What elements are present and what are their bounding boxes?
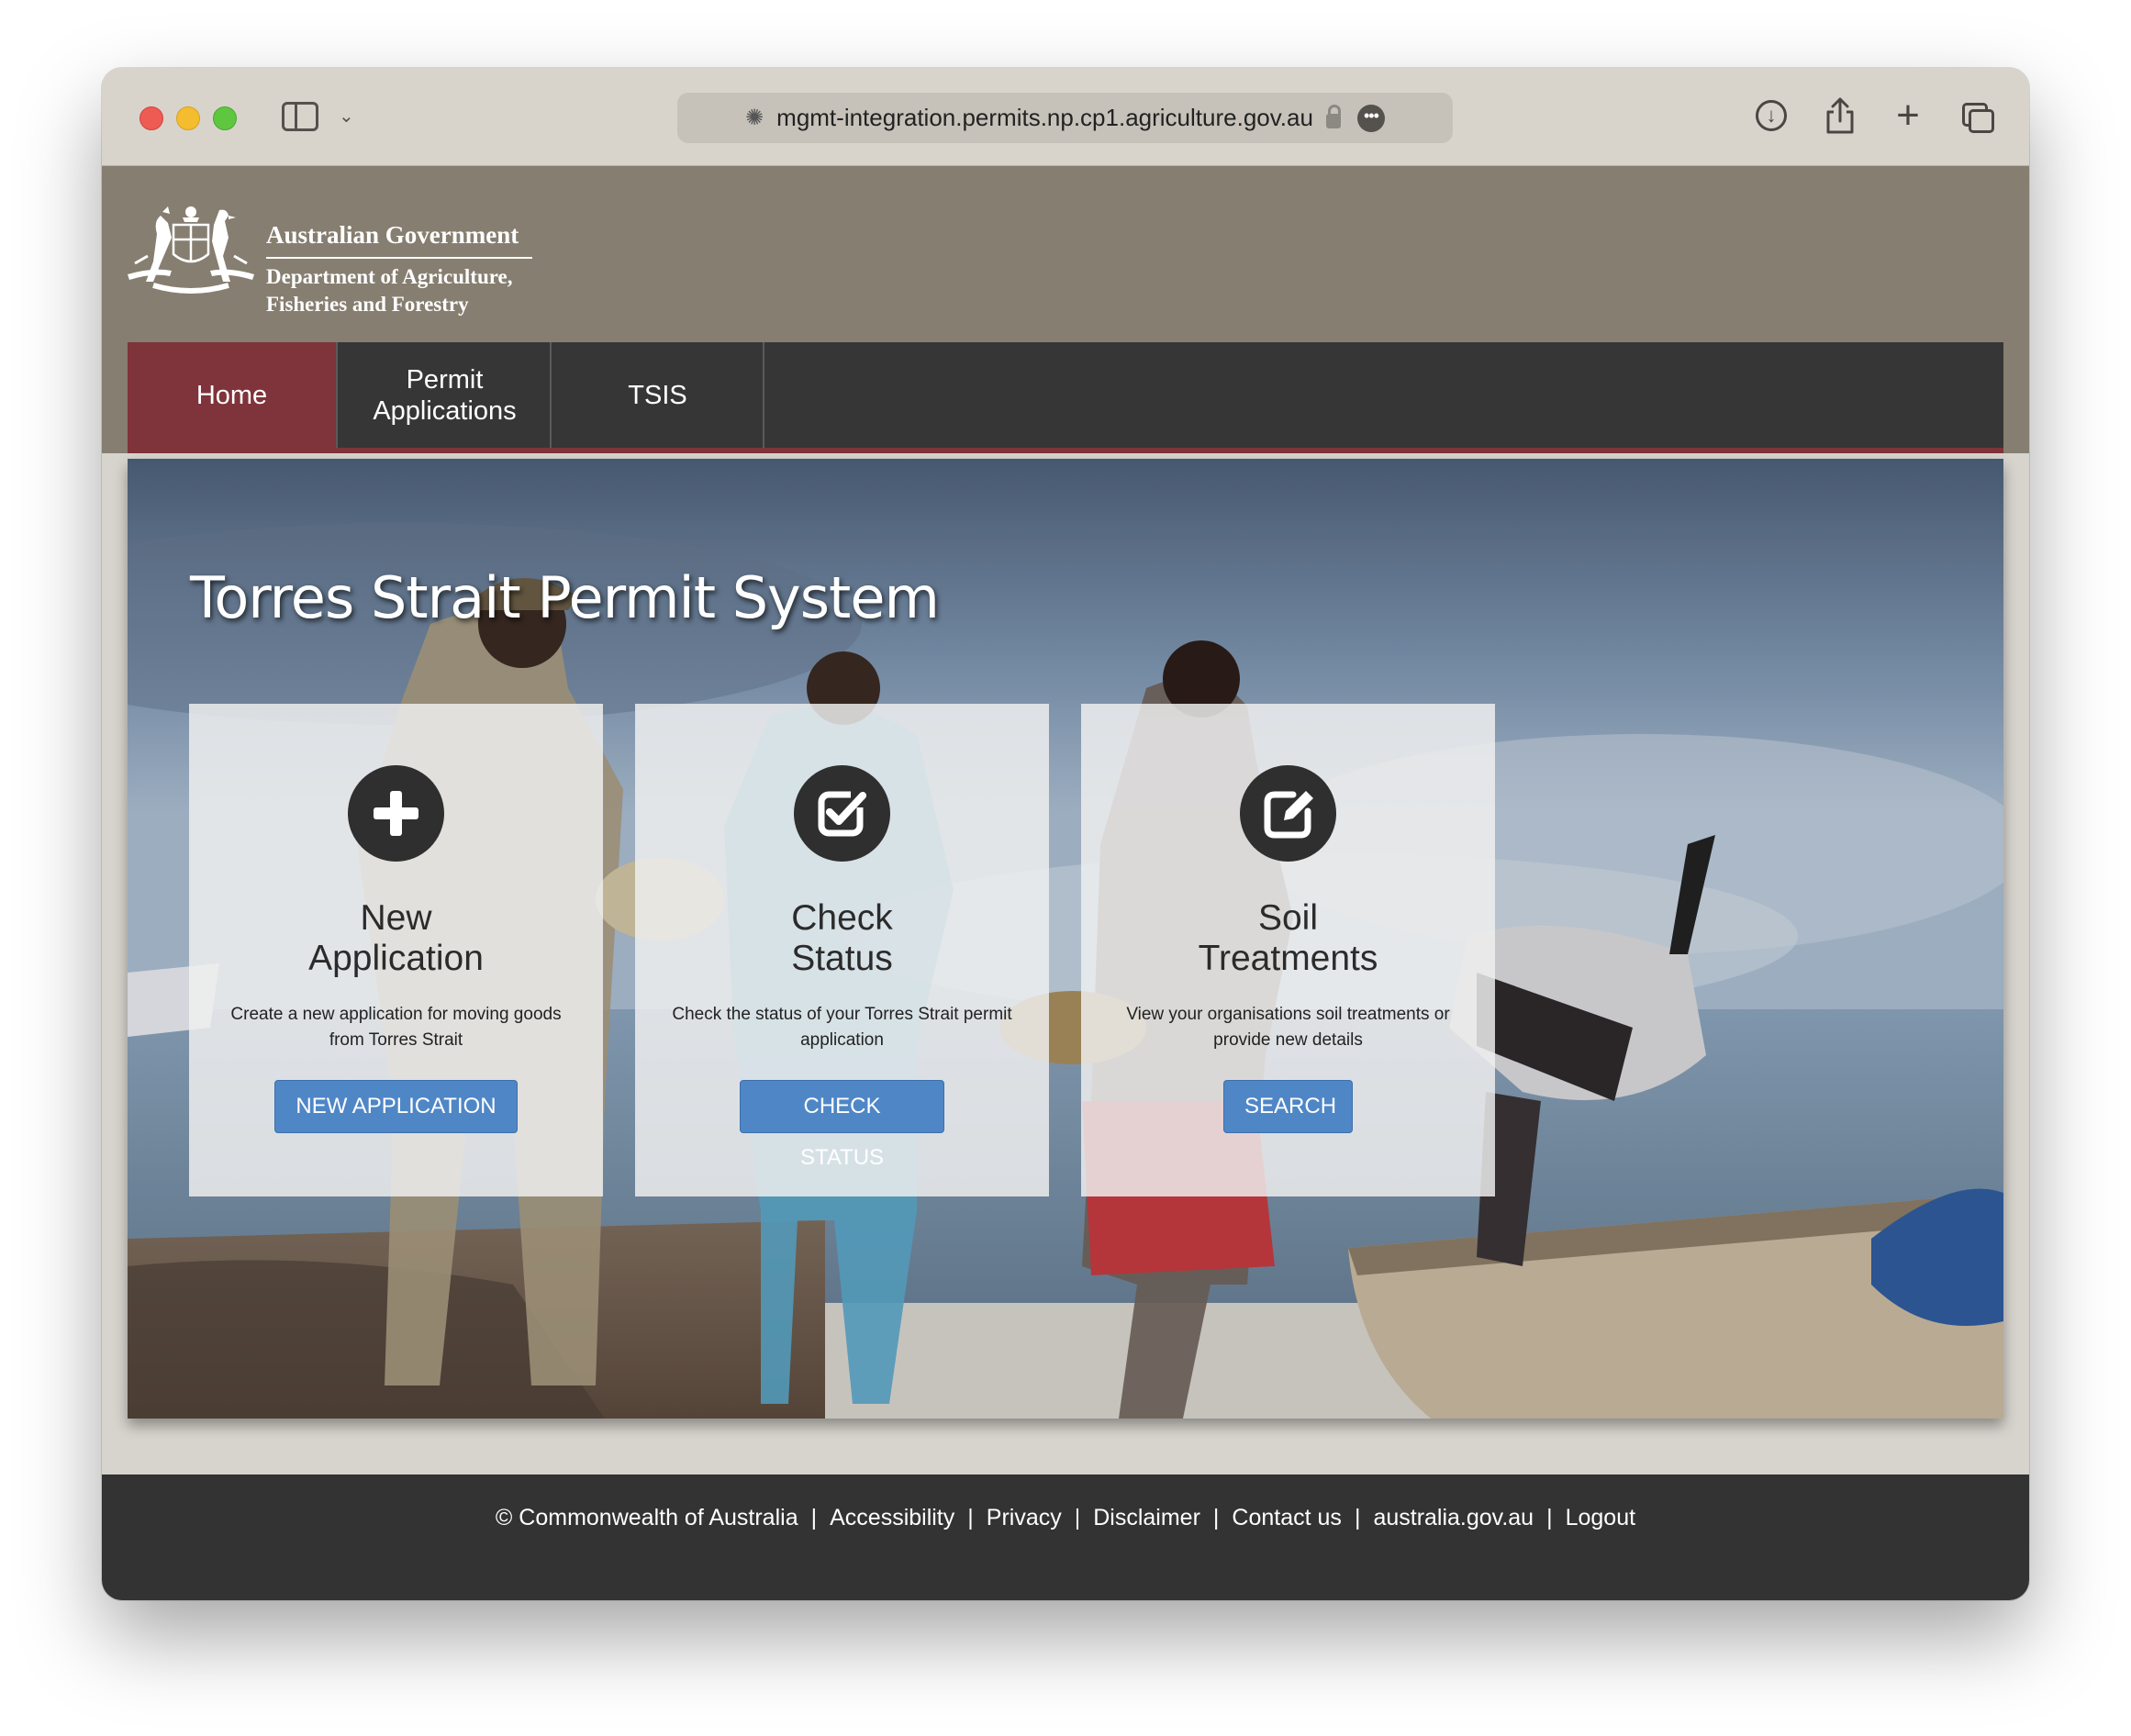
soil-treatments-card: Soil Treatments View your organisations … <box>1081 704 1495 1196</box>
government-logo[interactable]: Australian Government Department of Agri… <box>126 197 640 326</box>
new-tab-icon[interactable]: + <box>1888 95 1928 136</box>
lock-icon <box>1325 104 1341 128</box>
check-square-icon <box>794 765 890 862</box>
hero-banner: Torres Strait Permit System New Applicat… <box>128 459 2003 1419</box>
edit-icon <box>1240 765 1336 862</box>
site-favicon-icon: ✺ <box>745 106 764 130</box>
nav-item-permit-applications[interactable]: Permit Applications <box>340 342 552 448</box>
browser-toolbar: ⌄ ✺ mgmt-integration.permits.np.cp1.agri… <box>102 68 2029 166</box>
card-description: Create a new application for moving good… <box>230 1005 562 1050</box>
card-description: View your organisations soil treatments … <box>1126 1005 1450 1050</box>
footer-copyright: © Commonwealth of Australia <box>495 1505 798 1530</box>
government-name: Australian Government <box>266 221 532 259</box>
card-title: Soil Treatments <box>1198 898 1378 978</box>
new-application-button[interactable]: NEW APPLICATION <box>274 1080 518 1133</box>
card-description: Check the status of your Torres Strait p… <box>672 1005 1012 1050</box>
nav-item-home[interactable]: Home <box>128 342 338 448</box>
page-content: Australian Government Department of Agri… <box>102 166 2029 1600</box>
coat-of-arms-icon <box>128 206 254 294</box>
tab-overview-icon[interactable] <box>1957 95 1997 136</box>
footer-link-accessibility[interactable]: Accessibility <box>830 1505 954 1531</box>
footer-separator: | <box>1074 1505 1081 1530</box>
department-name: Department of Agriculture, Fisheries and… <box>266 265 513 316</box>
card-title: Check Status <box>791 898 893 978</box>
sidebar-toggle-icon[interactable] <box>282 102 318 131</box>
close-window-button[interactable] <box>139 106 163 130</box>
more-options-icon[interactable]: ••• <box>1356 104 1385 132</box>
footer-link-privacy[interactable]: Privacy <box>987 1505 1062 1531</box>
footer-separator: | <box>1212 1505 1220 1530</box>
share-icon[interactable] <box>1820 95 1860 136</box>
footer-separator: | <box>810 1505 818 1530</box>
footer-link-disclaimer[interactable]: Disclaimer <box>1093 1505 1200 1531</box>
nav-item-tsis[interactable]: TSIS <box>552 342 764 448</box>
main-navigation: Home Permit Applications TSIS <box>128 342 2003 453</box>
search-button[interactable]: SEARCH <box>1223 1080 1353 1133</box>
footer-separator: | <box>1354 1505 1361 1530</box>
page-title: Torres Strait Permit System <box>190 564 940 631</box>
chevron-down-icon[interactable]: ⌄ <box>339 105 354 128</box>
footer-link-australia-gov[interactable]: australia.gov.au <box>1373 1505 1534 1531</box>
site-footer: © Commonwealth of Australia | Accessibil… <box>102 1474 2029 1600</box>
check-status-button[interactable]: CHECK STATUS <box>740 1080 944 1170</box>
minimize-window-button[interactable] <box>176 106 200 130</box>
footer-link-logout[interactable]: Logout <box>1566 1505 1635 1531</box>
plus-circle-icon <box>348 765 444 862</box>
footer-separator: | <box>967 1505 974 1530</box>
zoom-window-button[interactable] <box>213 106 237 130</box>
new-application-card: New Application Create a new application… <box>189 704 603 1196</box>
check-status-card: Check Status Check the status of your To… <box>635 704 1049 1196</box>
browser-window: ⌄ ✺ mgmt-integration.permits.np.cp1.agri… <box>102 68 2029 1600</box>
site-header: Australian Government Department of Agri… <box>102 166 2029 453</box>
card-title: New Application <box>308 898 484 978</box>
footer-link-contact-us[interactable]: Contact us <box>1232 1505 1342 1531</box>
address-bar[interactable]: ✺ mgmt-integration.permits.np.cp1.agricu… <box>677 93 1453 143</box>
url-text: mgmt-integration.permits.np.cp1.agricult… <box>776 104 1313 131</box>
footer-separator: | <box>1546 1505 1553 1530</box>
download-icon[interactable]: ↓ <box>1751 95 1791 136</box>
